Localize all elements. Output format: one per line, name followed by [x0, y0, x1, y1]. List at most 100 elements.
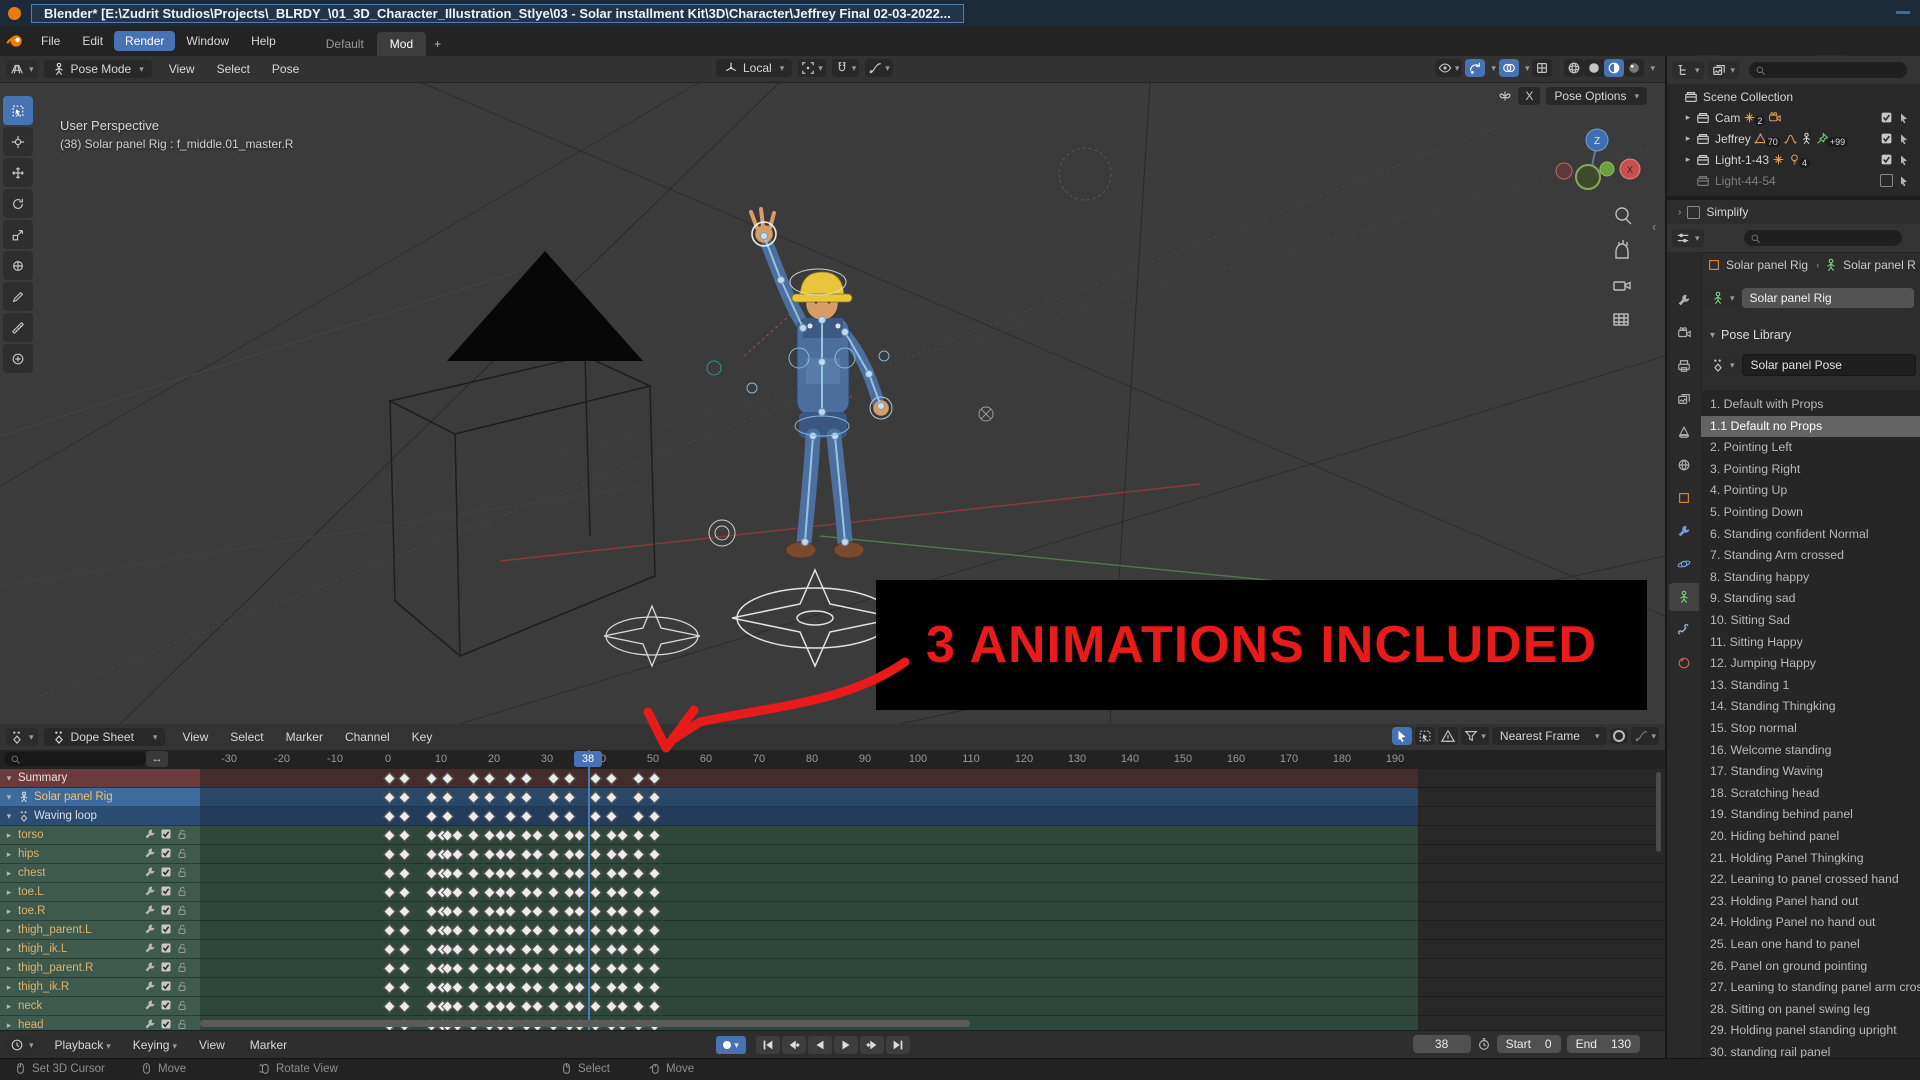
channel-row-chest[interactable]: ▸chest — [0, 864, 1665, 883]
properties-tab-output[interactable] — [1669, 352, 1699, 380]
bone-circle-widget[interactable] — [1059, 148, 1111, 200]
pose-item[interactable]: 13. Standing 1 — [1701, 675, 1920, 697]
properties-tab-scene[interactable] — [1669, 418, 1699, 446]
pose-item[interactable]: 27. Leaning to standing panel arm cros..… — [1701, 977, 1920, 999]
pose-library-panel-header[interactable]: ▾ Pose Library — [1707, 328, 1791, 342]
editor-type-button[interactable]: ▾ — [6, 728, 38, 746]
menu-file[interactable]: File — [30, 31, 71, 51]
pose-item[interactable]: 29. Holding panel standing upright — [1701, 1020, 1920, 1042]
dopesheet-menu-key[interactable]: Key — [401, 727, 444, 747]
outliner-row-scene-collection[interactable]: Scene Collection — [1667, 86, 1920, 107]
breadcrumb-object[interactable]: Solar panel Rig — [1726, 258, 1808, 272]
pose-item[interactable]: 28. Sitting on panel swing leg — [1701, 999, 1920, 1021]
workspace-tab-mod[interactable]: Mod — [377, 32, 426, 56]
pose-item[interactable]: 7. Standing Arm crossed — [1701, 545, 1920, 567]
outliner-row-jeffrey[interactable]: ▸Jeffrey70+99 — [1667, 128, 1920, 149]
pose-action-name-field[interactable]: Solar panel Pose — [1742, 354, 1916, 376]
pose-item[interactable]: 10. Sitting Sad — [1701, 610, 1920, 632]
properties-tab-material[interactable] — [1669, 649, 1699, 677]
channel-row-thigh-parent-r[interactable]: ▸thigh_parent.R — [0, 959, 1665, 978]
pose-item[interactable]: 4. Pointing Up — [1701, 480, 1920, 502]
vertical-scrollbar[interactable] — [1656, 772, 1661, 852]
workspace-tab-default[interactable]: Default — [313, 32, 377, 56]
channel-row-toe-r[interactable]: ▸toe.R — [0, 902, 1665, 921]
pose-item[interactable]: 18. Scratching head — [1701, 783, 1920, 805]
display-mode-button[interactable]: ▾ — [1708, 61, 1740, 79]
pose-item[interactable]: 5. Pointing Down — [1701, 502, 1920, 524]
channel-row-thigh-ik-l[interactable]: ▸thigh_ik.L — [0, 940, 1665, 959]
properties-tab-physics[interactable] — [1669, 550, 1699, 578]
outliner-row-light-44-54[interactable]: Light-44-54 — [1667, 170, 1920, 191]
menu-help[interactable]: Help — [240, 31, 287, 51]
viewport-menu-pose[interactable]: Pose — [261, 59, 310, 79]
pose-item[interactable]: 6. Standing confident Normal — [1701, 524, 1920, 546]
timeline-ruler[interactable]: ↔ -30-20-1001020304050607080901001101201… — [0, 750, 1665, 769]
properties-tab-tool[interactable] — [1669, 286, 1699, 314]
falloff-dropdown[interactable]: ▾ — [1631, 727, 1659, 745]
outliner-row-cam[interactable]: ▸Cam2 — [1667, 107, 1920, 128]
pose-item[interactable]: 16. Welcome standing — [1701, 740, 1920, 762]
range-expand-icon[interactable]: ↔ — [146, 751, 168, 767]
armature-name-field[interactable]: Solar panel Rig — [1742, 288, 1914, 308]
shading-rendered-button[interactable] — [1624, 59, 1644, 77]
pose-item[interactable]: 1.1 Default no Props — [1701, 416, 1920, 438]
pose-item[interactable]: 22. Leaning to panel crossed hand — [1701, 869, 1920, 891]
current-frame-badge[interactable]: 38 — [574, 751, 602, 767]
dopesheet-menu-marker[interactable]: Marker — [275, 727, 334, 747]
jump-start-button[interactable] — [756, 1036, 780, 1054]
play-reverse-button[interactable] — [808, 1036, 832, 1054]
tool-select-box-button[interactable] — [3, 96, 33, 125]
tool-measure-button[interactable] — [3, 313, 33, 342]
viewport-3d[interactable]: Z X ‹ ▾ Pose Mode▾ ViewSelectPose Lo — [0, 56, 1665, 724]
editor-type-button[interactable]: ▾ — [1672, 229, 1704, 247]
snap-mode-dropdown[interactable]: Nearest Frame▾ — [1492, 727, 1608, 745]
window-minimize-icon[interactable] — [1896, 11, 1910, 14]
pose-item[interactable]: 8. Standing happy — [1701, 567, 1920, 589]
viewport-menu-select[interactable]: Select — [206, 59, 261, 79]
object-visibility-button[interactable]: ▾ — [1435, 59, 1463, 77]
tool-move-button[interactable] — [3, 158, 33, 187]
channel-row-thigh-parent-l[interactable]: ▸thigh_parent.L — [0, 921, 1665, 940]
tool-add-button[interactable] — [3, 344, 33, 373]
add-workspace-button[interactable]: + — [426, 32, 449, 56]
filter-funnel-button[interactable]: ▾ — [1461, 727, 1489, 745]
timeline-menu-view[interactable]: View — [188, 1035, 239, 1055]
channel-name[interactable]: ▸chest — [0, 864, 200, 883]
editor-type-button[interactable]: ▾ — [6, 1036, 38, 1054]
xray-toggle[interactable] — [1532, 59, 1552, 77]
properties-tab-world[interactable] — [1669, 451, 1699, 479]
dopesheet-menu-channel[interactable]: Channel — [334, 727, 401, 747]
select-tool-toggle[interactable] — [1392, 727, 1412, 745]
end-frame-field[interactable]: End130 — [1567, 1035, 1640, 1053]
only-errors-icon[interactable] — [1438, 727, 1458, 745]
pose-item[interactable]: 25. Lean one hand to panel — [1701, 934, 1920, 956]
pose-item[interactable]: 1. Default with Props — [1701, 394, 1920, 416]
channel-name[interactable]: ▸thigh_ik.L — [0, 940, 200, 959]
pose-options-dropdown[interactable]: Pose Options▾ — [1546, 87, 1647, 105]
playhead-line[interactable] — [588, 750, 590, 1030]
channel-row-thigh-ik-r[interactable]: ▸thigh_ik.R — [0, 978, 1665, 997]
armature-datablock-button[interactable]: ▾ — [1707, 289, 1739, 307]
pose-item[interactable]: 2. Pointing Left — [1701, 437, 1920, 459]
auto-keying-record-button[interactable]: ▾ — [716, 1036, 746, 1054]
orientation-selector[interactable]: Local▾ — [716, 59, 792, 77]
pyramid-object[interactable] — [447, 251, 643, 361]
dopesheet-menu-view[interactable]: View — [171, 727, 219, 747]
channel-search-input[interactable] — [4, 752, 146, 766]
navigation-gizmo[interactable]: Z X — [1556, 129, 1640, 189]
start-frame-field[interactable]: Start0 — [1497, 1035, 1561, 1053]
mirror-x-toggle[interactable]: X — [1518, 87, 1540, 105]
pivot-point-button[interactable]: ▾ — [798, 59, 826, 77]
pose-item[interactable]: 26. Panel on ground pointing — [1701, 956, 1920, 978]
channel-row-hips[interactable]: ▸hips — [0, 845, 1665, 864]
channel-name[interactable]: ▸neck — [0, 997, 200, 1016]
channel-row-torso[interactable]: ▸torso — [0, 826, 1665, 845]
properties-tab-render[interactable] — [1669, 319, 1699, 347]
properties-tab-view-layer[interactable] — [1669, 385, 1699, 413]
outliner-search-input[interactable] — [1749, 62, 1907, 78]
pose-item[interactable]: 20. Hiding behind panel — [1701, 826, 1920, 848]
wire-cube[interactable] — [390, 356, 655, 656]
menu-window[interactable]: Window — [175, 31, 240, 51]
timeline-menu-playback[interactable]: Playback▾ — [44, 1035, 122, 1055]
pose-item[interactable]: 9. Standing sad — [1701, 588, 1920, 610]
